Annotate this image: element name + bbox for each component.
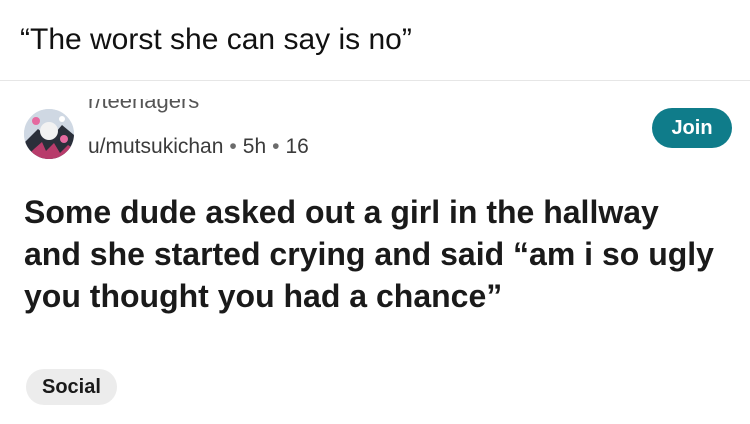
post-score: 16 [285, 135, 309, 158]
join-button[interactable]: Join [652, 108, 732, 148]
post-title[interactable]: Some dude asked out a girl in the hallwa… [24, 191, 724, 317]
author-name[interactable]: u/mutsukichan [88, 135, 223, 158]
flair-badge[interactable]: Social [26, 369, 117, 405]
subreddit-name[interactable]: r/teenagers [88, 99, 288, 113]
user-avatar-icon [24, 109, 74, 159]
reddit-post: r/teenagers u/mutsukichan • 5h • 16 Join Som… [0, 81, 750, 424]
meta-separator: • [272, 135, 280, 158]
meme-caption: “The worst she can say is no” [20, 23, 412, 56]
post-age: 5h [242, 135, 267, 158]
avatar[interactable] [24, 109, 74, 159]
meta-separator: • [229, 135, 237, 158]
post-meta: u/mutsukichan • 5h • 16 [88, 135, 309, 159]
